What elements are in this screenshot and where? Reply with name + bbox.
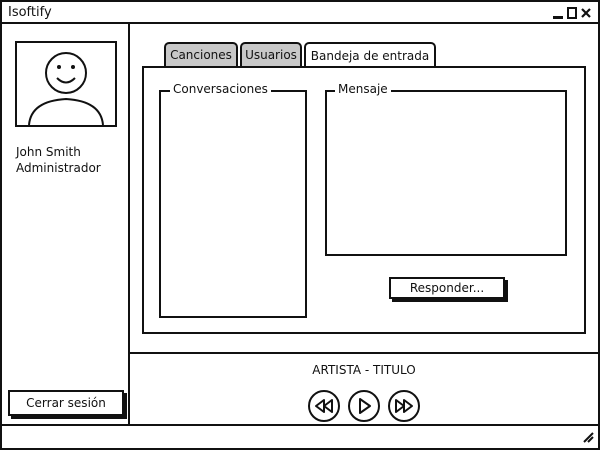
resize-grip-icon[interactable] — [582, 431, 594, 443]
maximize-icon[interactable] — [566, 6, 578, 20]
user-avatar-icon — [28, 52, 104, 125]
window-controls — [552, 2, 592, 24]
conversations-list[interactable] — [159, 90, 307, 318]
track-title: ARTISTA - TITULO — [312, 363, 416, 377]
tab-usuarios[interactable]: Usuarios — [240, 42, 302, 66]
logout-button[interactable]: Cerrar sesión — [8, 390, 124, 416]
tab-bandeja-de-entrada[interactable]: Bandeja de entrada — [304, 42, 436, 68]
minimize-icon[interactable] — [552, 6, 564, 20]
main-content: Canciones Usuarios Bandeja de entrada Co… — [130, 24, 598, 352]
inbox-panel: Conversaciones Mensaje Responder... — [142, 66, 586, 334]
player-bar: ARTISTA - TITULO — [130, 352, 598, 424]
avatar — [15, 41, 117, 127]
window-title: Isoftify — [8, 5, 52, 20]
rewind-button[interactable] — [308, 390, 340, 422]
conversations-label: Conversaciones — [170, 82, 271, 96]
status-bar — [2, 424, 598, 448]
rewind-icon — [315, 399, 333, 413]
close-icon[interactable] — [580, 6, 592, 20]
title-bar: Isoftify — [2, 2, 598, 24]
tab-canciones[interactable]: Canciones — [164, 42, 238, 66]
sidebar: John Smith Administrador Cerrar sesión — [2, 24, 130, 424]
user-role: Administrador — [16, 161, 101, 175]
user-name: John Smith — [16, 145, 81, 159]
respond-button[interactable]: Responder... — [389, 277, 505, 299]
play-button[interactable] — [348, 390, 380, 422]
fast-forward-icon — [395, 399, 413, 413]
message-box[interactable] — [325, 90, 567, 256]
message-label: Mensaje — [335, 82, 391, 96]
play-icon — [359, 398, 371, 414]
fast-forward-button[interactable] — [388, 390, 420, 422]
